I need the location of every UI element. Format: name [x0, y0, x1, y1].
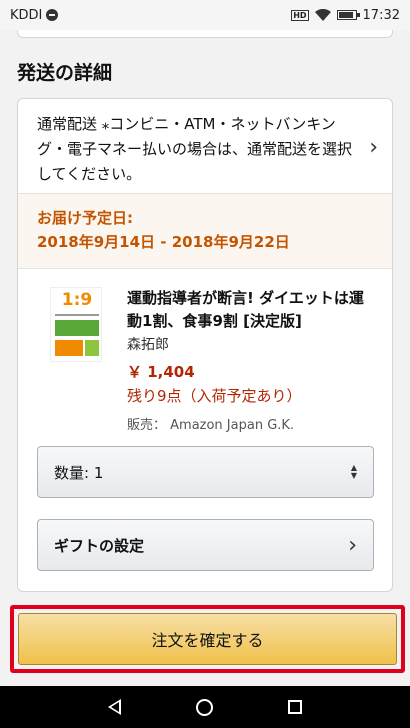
messenger-icon [46, 9, 59, 21]
carrier-label: KDDI [10, 7, 43, 23]
delivery-estimate: お届け予定日: 2018年9月14日 - 2018年9月22日 [18, 194, 392, 269]
hd-icon: HD [291, 9, 309, 21]
shipping-option-text: 通常配送 ⁎コンビニ・ATM・ネットバンキング・電子マネー払いの場合は、通常配送… [37, 115, 353, 183]
shipping-details-card: 通常配送 ⁎コンビニ・ATM・ネットバンキング・電子マネー払いの場合は、通常配送… [17, 98, 393, 592]
place-order-label: 注文を確定する [151, 631, 264, 650]
quantity-select[interactable]: 数量: 1 ▲ ▼ [37, 446, 374, 498]
battery-icon [336, 10, 360, 20]
clock: 17:32 [362, 7, 400, 23]
item-title[interactable]: 運動指導者が断言! ダイエットは運動1割、食事9割 [決定版] [127, 287, 377, 333]
home-icon[interactable] [195, 698, 213, 716]
android-nav-bar [0, 686, 410, 728]
chevron-right-icon: › [369, 135, 378, 160]
order-item: 1:9 運動指導者が断言! ダイエットは運動1割、食事9割 [決定版] 森拓郎 … [18, 269, 392, 434]
select-arrows-icon: ▲ ▼ [350, 463, 357, 480]
confirm-highlight-frame: 注文を確定する [10, 605, 405, 673]
quantity-label: 数量: 1 [54, 463, 104, 482]
book-cover-image[interactable]: 1:9 [50, 287, 102, 362]
shipping-option-row[interactable]: 通常配送 ⁎コンビニ・ATM・ネットバンキング・電子マネー払いの場合は、通常配送… [18, 99, 392, 194]
status-bar: KDDI HD 17:32 [0, 0, 410, 30]
seller-info: 販売： Amazon Japan G.K. [127, 418, 295, 433]
section-title: 発送の詳細 [17, 62, 113, 84]
delivery-label: お届け予定日: [37, 209, 133, 227]
gift-settings-button[interactable]: ギフトの設定 › [37, 519, 374, 571]
back-icon[interactable] [107, 699, 121, 715]
recent-apps-icon[interactable] [288, 700, 303, 714]
item-author: 森拓郎 [127, 337, 169, 353]
wifi-icon [314, 9, 331, 21]
previous-card-edge [17, 30, 393, 38]
gift-settings-label: ギフトの設定 [54, 536, 145, 555]
chevron-right-icon: › [348, 532, 357, 558]
place-order-button[interactable]: 注文を確定する [18, 613, 397, 665]
book-cover-text: 1:9 [61, 290, 93, 310]
delivery-range: 2018年9月14日 - 2018年9月22日 [37, 233, 290, 251]
stock-status: 残り9点（入荷予定あり） [127, 387, 302, 405]
item-price: ￥ 1,404 [127, 363, 195, 381]
